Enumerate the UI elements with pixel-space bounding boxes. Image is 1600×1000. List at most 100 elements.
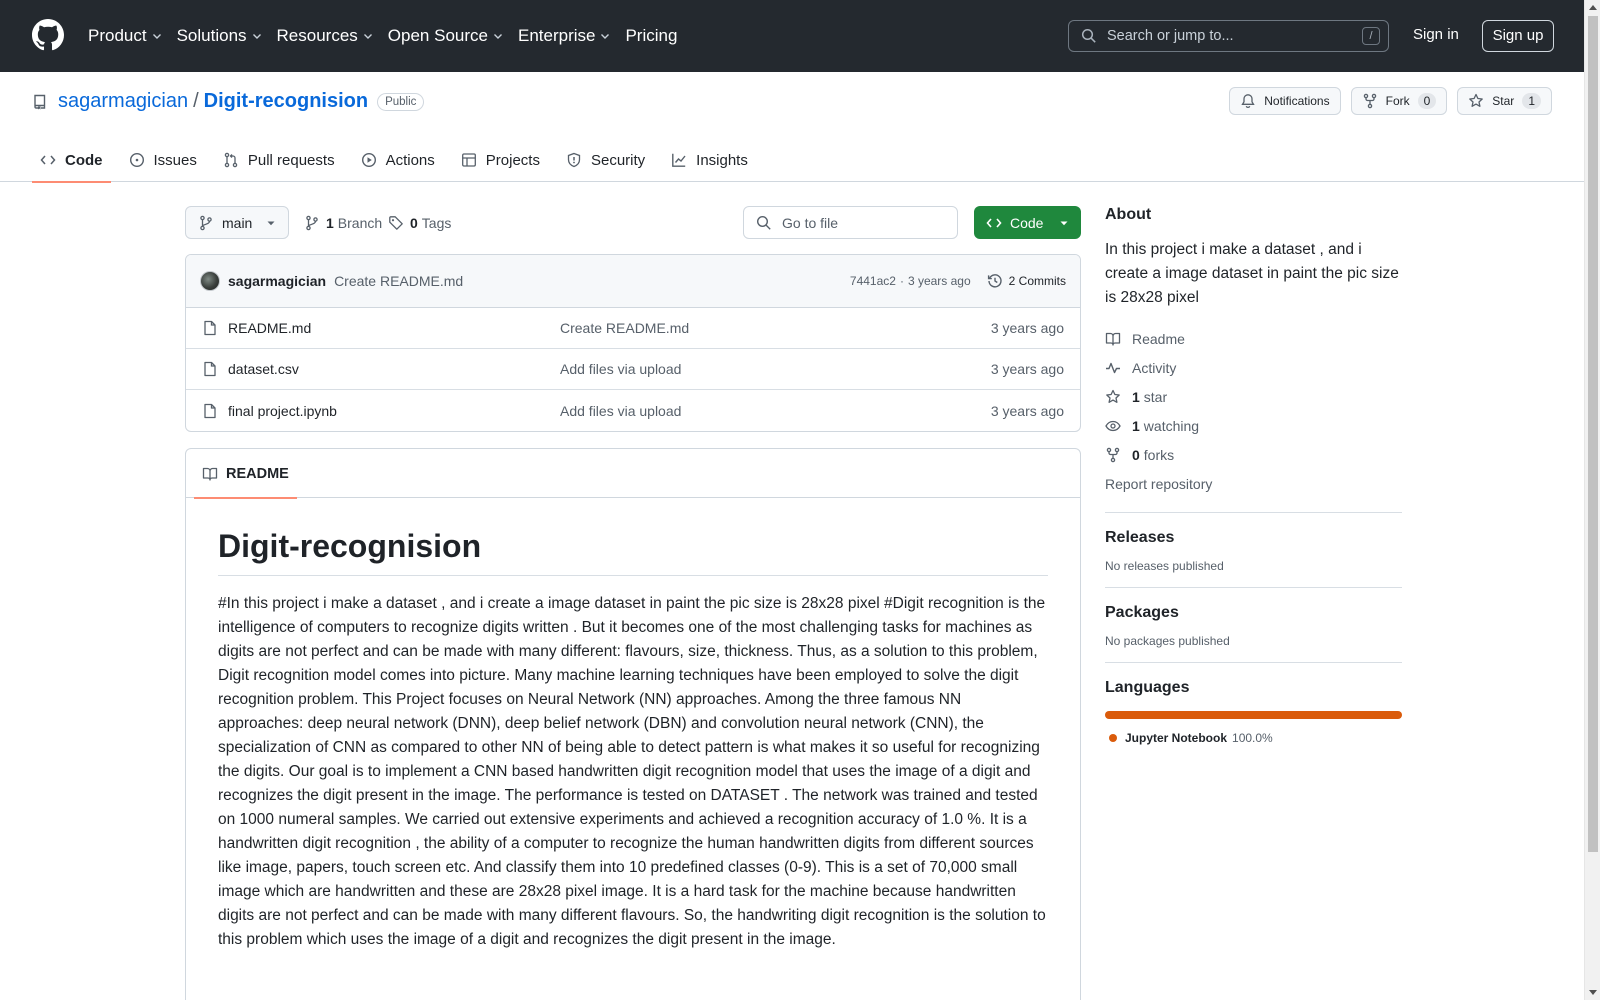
caret-down-icon — [267, 221, 275, 225]
code-icon — [986, 217, 1002, 228]
tab-insights[interactable]: Insights — [663, 138, 756, 182]
star-count: 1 — [1522, 93, 1541, 109]
packages-heading[interactable]: Packages — [1105, 604, 1402, 622]
shield-icon — [567, 152, 581, 168]
go-to-file-input[interactable]: Go to file — [743, 206, 958, 239]
nav-solutions[interactable]: Solutions — [177, 26, 263, 46]
language-color-dot — [1109, 734, 1117, 742]
readme-link[interactable]: Readme — [1105, 324, 1402, 353]
page-scrollbar[interactable] — [1584, 0, 1600, 1000]
repo-main: main 1 Branch 0 Tags Go to file Code sag… — [185, 206, 1081, 1000]
code-dropdown-button[interactable]: Code — [974, 206, 1081, 239]
file-name-link[interactable]: final project.ipynb — [228, 403, 337, 419]
watching-label: watching — [1143, 417, 1200, 434]
nav-open-source[interactable]: Open Source — [388, 26, 504, 46]
releases-heading[interactable]: Releases — [1105, 529, 1402, 547]
activity-link[interactable]: Activity — [1105, 353, 1402, 382]
scrollbar-thumb[interactable] — [1588, 16, 1598, 852]
tab-projects[interactable]: Projects — [453, 138, 548, 182]
sign-in-link[interactable]: Sign in — [1413, 26, 1459, 43]
branch-select-button[interactable]: main — [185, 206, 289, 239]
nav-resources[interactable]: Resources — [277, 26, 374, 46]
language-item[interactable]: Jupyter Notebook 100.0% — [1105, 731, 1402, 745]
file-name-link[interactable]: dataset.csv — [228, 361, 299, 377]
file-row[interactable]: final project.ipynb Add files via upload… — [186, 390, 1080, 431]
avatar[interactable] — [200, 271, 220, 291]
visibility-badge: Public — [377, 92, 425, 111]
languages-section: Languages Jupyter Notebook 100.0% — [1105, 662, 1402, 745]
go-to-file-placeholder: Go to file — [782, 214, 839, 231]
file-age: 3 years ago — [990, 361, 1064, 377]
forks-count: 0 — [1132, 446, 1140, 463]
nav-label: Enterprise — [517, 26, 596, 45]
commits-history-link[interactable]: 2 Commits — [987, 273, 1066, 289]
tab-label: Issues — [153, 151, 197, 169]
fork-icon — [1106, 447, 1120, 462]
repo-actions: Notifications Fork 0 Star 1 — [1219, 87, 1552, 115]
file-row[interactable]: dataset.csv Add files via upload 3 years… — [186, 349, 1080, 390]
nav-label: Pricing — [625, 26, 678, 45]
repo-header: sagarmagician / Digit-recognision Public… — [0, 72, 1584, 183]
tags-link[interactable]: 0 Tags — [388, 206, 451, 239]
nav-enterprise[interactable]: Enterprise — [518, 26, 611, 46]
notifications-label: Notifications — [1264, 94, 1330, 108]
scroll-up-arrow-icon[interactable] — [1589, 5, 1597, 10]
repo-owner-link[interactable]: sagarmagician — [58, 90, 188, 113]
tab-issues[interactable]: Issues — [121, 138, 205, 182]
readme-tab[interactable]: README — [194, 449, 297, 499]
nav-label: Product — [88, 26, 147, 45]
file-commit-link[interactable]: Add files via upload — [560, 403, 681, 419]
fork-button[interactable]: Fork 0 — [1350, 87, 1448, 115]
file-icon — [204, 403, 216, 418]
star-icon — [1106, 389, 1120, 403]
tab-actions[interactable]: Actions — [353, 138, 443, 182]
search-icon — [756, 215, 771, 230]
chevron-down-icon — [252, 34, 261, 39]
readme-header: README — [186, 449, 1080, 499]
file-name-link[interactable]: README.md — [228, 320, 311, 336]
pull-request-icon — [224, 152, 238, 168]
stars-count: 1 — [1132, 388, 1140, 405]
stars-label: star — [1143, 388, 1168, 405]
repo-name-link[interactable]: Digit-recognision — [204, 90, 368, 113]
nav-product[interactable]: Product — [88, 26, 163, 46]
pulse-icon — [1106, 362, 1120, 373]
packages-note: No packages published — [1105, 634, 1230, 648]
global-search-input[interactable]: Search or jump to... / — [1068, 20, 1389, 52]
commit-author-link[interactable]: sagarmagician — [228, 273, 326, 289]
file-age: 3 years ago — [990, 320, 1064, 336]
commit-hash-link[interactable]: 7441ac2 — [850, 274, 896, 288]
sign-up-button[interactable]: Sign up — [1482, 20, 1554, 52]
nav-label: Open Source — [387, 26, 488, 45]
tab-security[interactable]: Security — [558, 138, 653, 182]
commit-meta-dot: · — [899, 274, 904, 288]
fork-icon — [1363, 93, 1376, 109]
file-icon — [204, 320, 216, 336]
releases-note: No releases published — [1105, 559, 1224, 573]
commit-message-link[interactable]: Create README.md — [334, 273, 463, 289]
star-button[interactable]: Star 1 — [1457, 87, 1552, 115]
notifications-button[interactable]: Notifications — [1229, 87, 1341, 115]
file-row[interactable]: README.md Create README.md 3 years ago — [186, 308, 1080, 349]
forks-label: forks — [1143, 446, 1175, 463]
nav-pricing[interactable]: Pricing — [625, 26, 677, 46]
star-label: Star — [1492, 94, 1515, 108]
branch-count: 1 — [326, 214, 334, 231]
branches-link[interactable]: 1 Branch — [304, 206, 382, 239]
tab-label: Actions — [385, 151, 435, 169]
file-commit-link[interactable]: Add files via upload — [560, 361, 681, 377]
book-icon — [202, 467, 218, 481]
scroll-down-arrow-icon[interactable] — [1589, 990, 1597, 995]
file-commit-link[interactable]: Create README.md — [560, 320, 689, 336]
language-name: Jupyter Notebook — [1125, 731, 1228, 745]
tab-code[interactable]: Code — [32, 138, 111, 183]
watchers-link[interactable]: 1 watching — [1105, 411, 1402, 440]
tab-pull-requests[interactable]: Pull requests — [215, 138, 343, 182]
forks-link[interactable]: 0 forks — [1105, 440, 1402, 469]
about-heading: About — [1105, 206, 1152, 223]
branch-name: main — [222, 214, 253, 231]
branch-icon — [306, 215, 318, 230]
github-logo-icon[interactable] — [32, 19, 64, 51]
report-repository-link[interactable]: Report repository — [1105, 469, 1402, 498]
stars-link[interactable]: 1 star — [1105, 382, 1402, 411]
